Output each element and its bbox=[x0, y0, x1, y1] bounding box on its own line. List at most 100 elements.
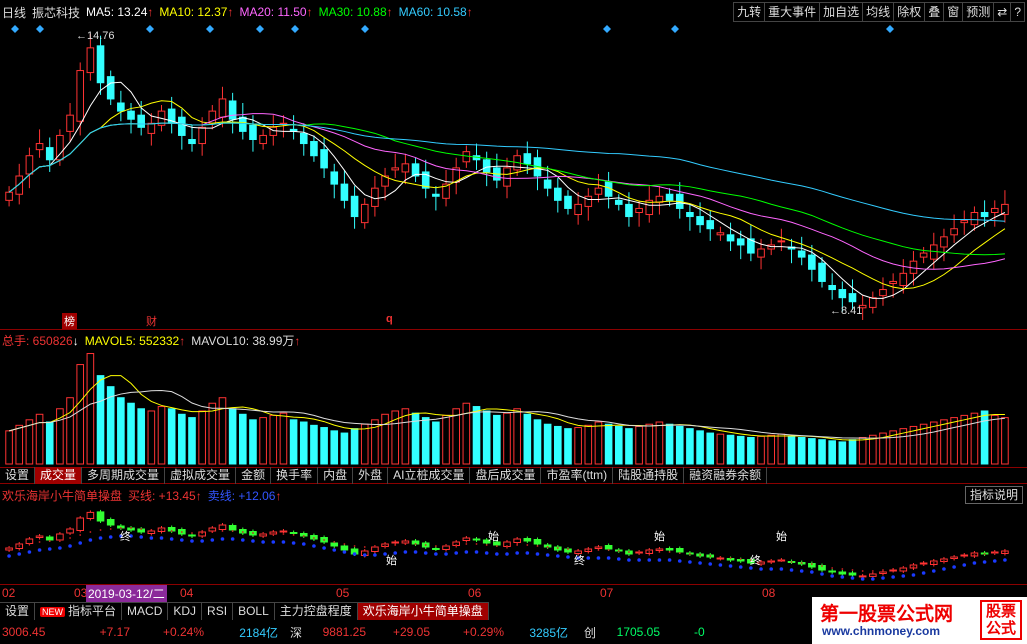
sell-line-dot bbox=[47, 547, 52, 551]
ind-candle bbox=[533, 539, 542, 545]
buy-line-dot bbox=[678, 552, 681, 554]
candle-body bbox=[889, 280, 897, 284]
candle-body bbox=[980, 212, 989, 218]
candle-body bbox=[919, 252, 928, 258]
indicator-tab-1[interactable]: NEW 指标平台 bbox=[35, 603, 123, 620]
watermark-title: 第一股票公式网 bbox=[820, 603, 954, 625]
event-mark-cai[interactable]: 财 bbox=[146, 313, 157, 329]
sell-line-dot bbox=[992, 559, 997, 563]
toolbar-button-2[interactable]: 加自选 bbox=[819, 2, 862, 22]
sell-line-dot bbox=[972, 561, 977, 565]
volume-bar bbox=[696, 430, 704, 465]
sell-line-dot bbox=[637, 558, 641, 562]
vol-tab-1[interactable]: 成交量 bbox=[35, 467, 83, 484]
indicator-help-button[interactable]: 指标说明 bbox=[964, 486, 1023, 504]
ind-candle bbox=[523, 538, 532, 542]
candle-body bbox=[625, 203, 633, 218]
sell-line-dot bbox=[942, 567, 946, 571]
ma-arrow-2: ↑ bbox=[306, 5, 313, 19]
buy-line-dot bbox=[587, 549, 590, 551]
toolbar-button-4[interactable]: 除权 bbox=[893, 2, 924, 22]
toolbar-button-8[interactable]: ⇄ bbox=[993, 2, 1010, 22]
sell-line-dot bbox=[820, 572, 824, 576]
toolbar-button-1[interactable]: 重大事件 bbox=[764, 2, 819, 22]
buy-line-dot bbox=[201, 532, 204, 534]
volume-bar bbox=[299, 421, 308, 465]
volume-bar bbox=[726, 434, 735, 465]
volume-bar bbox=[665, 423, 674, 465]
price-chart[interactable] bbox=[0, 22, 1027, 330]
ind-candle bbox=[401, 540, 410, 544]
sell-line-dot bbox=[362, 553, 367, 557]
ma-list: MA5: 13.24 ↑ MA10: 12.37 ↑ MA20: 11.50 ↑ MA30:… bbox=[86, 5, 479, 19]
buy-line-dot bbox=[48, 540, 51, 542]
toolbar-button-7[interactable]: 预测 bbox=[962, 2, 993, 22]
volume-bar bbox=[564, 428, 572, 465]
buy-line-dot bbox=[394, 544, 397, 546]
vol-tab-7[interactable]: 外盘 bbox=[353, 467, 389, 484]
indicator-tab-label: 设置 bbox=[5, 604, 30, 618]
toolbar-button-0[interactable]: 九转 bbox=[734, 2, 764, 22]
sell-line-dot bbox=[667, 558, 672, 562]
indicator-signal-label: 终 bbox=[574, 553, 585, 567]
buy-line-dot bbox=[983, 553, 986, 555]
indicator-tab-5[interactable]: BOLL bbox=[233, 603, 275, 620]
indicator-chart[interactable]: 终始始终始终始 bbox=[0, 504, 1027, 584]
volume-bar bbox=[716, 433, 725, 465]
indicator-tab-3[interactable]: KDJ bbox=[168, 603, 203, 620]
ind-candle bbox=[228, 525, 237, 531]
vol-tab-9[interactable]: 盘后成交量 bbox=[470, 467, 542, 484]
toolbar-button-3[interactable]: 均线 bbox=[862, 2, 893, 22]
buy-line-dot bbox=[191, 532, 193, 534]
toolbar-button-9[interactable]: ? bbox=[1010, 2, 1024, 22]
candle-body bbox=[299, 132, 308, 145]
buy-line-dot bbox=[871, 570, 874, 572]
low-label: ←8.41 bbox=[830, 305, 863, 317]
sell-line-dot bbox=[322, 546, 326, 550]
period-label[interactable]: 日线 bbox=[2, 4, 26, 21]
sz-amount: 3285亿 bbox=[529, 625, 569, 640]
vol-tab-6[interactable]: 内盘 bbox=[318, 467, 354, 484]
vol-tab-8[interactable]: AI立桩成交量 bbox=[388, 467, 471, 484]
candle-body bbox=[838, 289, 847, 299]
indicator-tab-6[interactable]: 主力控盘程度 bbox=[275, 603, 358, 620]
vol-tab-2[interactable]: 多周期成交量 bbox=[82, 467, 166, 484]
volume-bar bbox=[604, 423, 613, 465]
volume-chart[interactable] bbox=[0, 346, 1027, 466]
candle-body bbox=[269, 126, 278, 136]
event-diamond-4 bbox=[256, 25, 264, 33]
vol-tab-4[interactable]: 金额 bbox=[236, 467, 272, 484]
sell-line-dot bbox=[931, 569, 936, 573]
toolbar-button-5[interactable]: 叠 bbox=[924, 2, 943, 22]
volume-bar bbox=[584, 424, 593, 465]
cy-trunc: -0 bbox=[694, 625, 705, 639]
candle-body bbox=[686, 212, 694, 218]
event-mark-q[interactable]: q bbox=[386, 313, 393, 325]
indicator-tab-2[interactable]: MACD bbox=[122, 603, 169, 620]
indicator-tab-0[interactable]: 设置 bbox=[0, 603, 36, 620]
indicator-tab-4[interactable]: RSI bbox=[202, 603, 234, 620]
candle-body bbox=[696, 216, 704, 226]
toolbar-button-6[interactable]: 窗 bbox=[943, 2, 962, 22]
indicator-tab-7[interactable]: 欢乐海岸小牛简单操盘 bbox=[357, 603, 489, 620]
candle-body bbox=[391, 167, 400, 171]
volume-bar bbox=[625, 428, 633, 465]
candle-body bbox=[76, 70, 85, 122]
event-mark-bang[interactable]: 榜 bbox=[62, 313, 77, 329]
volume-bar bbox=[432, 421, 440, 465]
volume-bar bbox=[940, 419, 948, 465]
candle-body bbox=[198, 126, 206, 145]
vol-tab-0[interactable]: 设置 bbox=[0, 467, 36, 484]
vol-tab-5[interactable]: 换手率 bbox=[271, 467, 319, 484]
vol-tab-12[interactable]: 融资融券余额 bbox=[684, 467, 768, 484]
ind-candle bbox=[279, 530, 288, 533]
vol-tab-3[interactable]: 虚拟成交量 bbox=[165, 467, 237, 484]
volume-bar bbox=[787, 435, 796, 465]
vol-tab-11[interactable]: 陆股通持股 bbox=[613, 467, 685, 484]
candle-body bbox=[574, 203, 582, 216]
sell-line-dot bbox=[728, 564, 733, 568]
vol-tab-10[interactable]: 市盈率(ttm) bbox=[541, 467, 614, 484]
event-diamond-7 bbox=[603, 25, 611, 33]
buy-line-dot bbox=[719, 556, 722, 558]
ind-candle bbox=[960, 554, 969, 557]
